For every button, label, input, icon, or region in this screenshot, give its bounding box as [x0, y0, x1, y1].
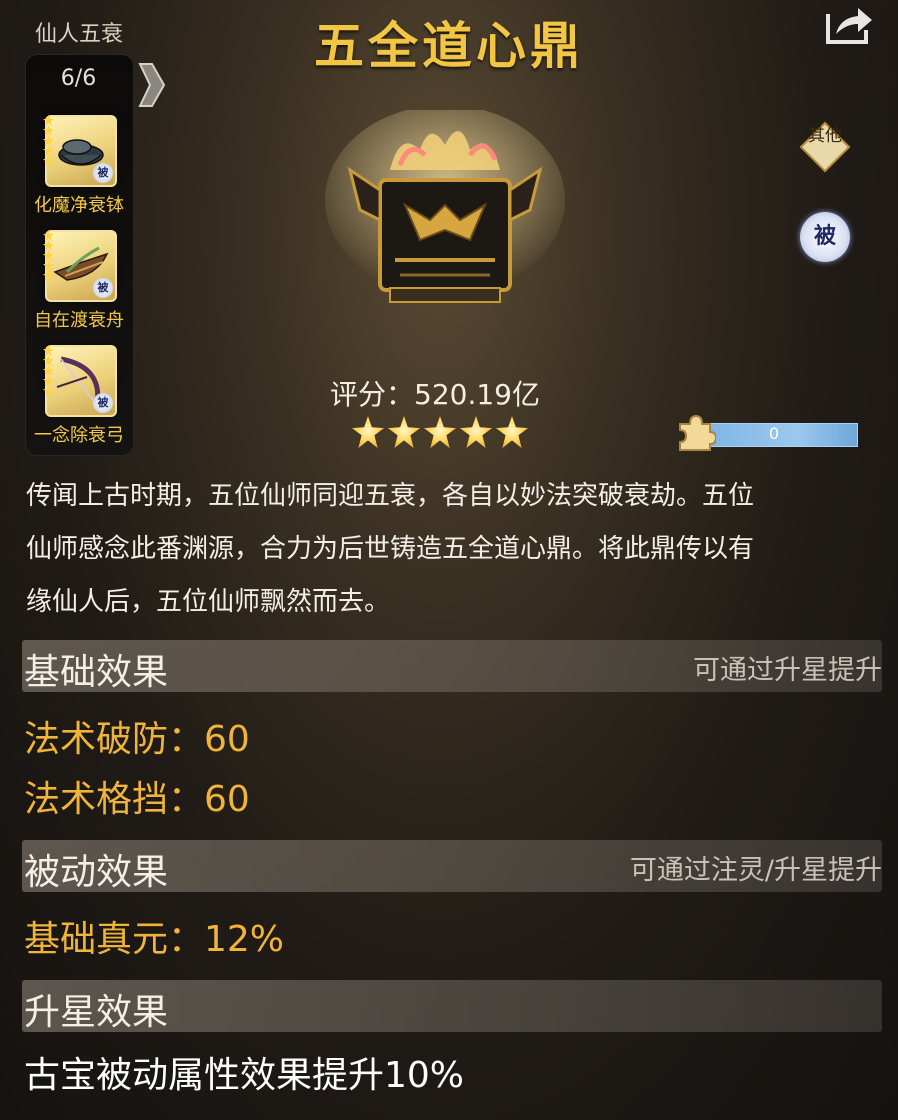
set-item-slot-2[interactable]: 被 — [43, 230, 117, 302]
passive-effect-title: 被动效果 — [24, 852, 169, 893]
tag-passive-badge: 被 — [800, 212, 850, 262]
star-icon — [352, 416, 384, 448]
base-stat-1: 法术破防：60 — [24, 719, 250, 760]
base-effect-title: 基础效果 — [24, 652, 169, 693]
star-icon — [424, 416, 456, 448]
tag-other-label: 其他 — [808, 126, 842, 146]
passive-badge: 被 — [93, 163, 113, 183]
share-icon[interactable] — [822, 2, 874, 46]
item-description: 传闻上古时期，五位仙师同迎五衰，各自以妙法突破衰劫。五位 仙师感念此番渊源，合力… — [26, 470, 846, 629]
description-line: 缘仙人后，五位仙师飘然而去。 — [26, 587, 391, 617]
star-icon — [496, 416, 528, 448]
description-line: 仙师感念此番渊源，合力为后世铸造五全道心鼎。将此鼎传以有 — [26, 534, 755, 564]
description-line: 传闻上古时期，五位仙师同迎五衰，各自以妙法突破衰劫。五位 — [26, 481, 755, 511]
set-item-slot-1[interactable]: 被 — [43, 115, 117, 187]
set-item-name-1: 化魔净衰钵 — [34, 195, 124, 216]
passive-stat-1: 基础真元：12% — [24, 919, 285, 960]
star-effect-text: 古宝被动属性效果提升10% — [24, 1055, 465, 1096]
score-text: 评分：520.19亿 — [330, 378, 540, 411]
star-icon — [388, 416, 420, 448]
base-effect-hint: 可通过升星提升 — [693, 655, 882, 686]
set-item-name-2: 自在渡衰舟 — [34, 310, 124, 331]
star-rating — [352, 416, 528, 448]
fragment-value: 0 — [768, 424, 780, 443]
star-effect-title: 升星效果 — [24, 992, 169, 1033]
base-stat-2: 法术格挡：60 — [24, 779, 250, 820]
tag-other-button[interactable]: 其他 — [796, 118, 854, 176]
cauldron-icon — [325, 110, 565, 303]
passive-effect-hint: 可通过注灵/升星提升 — [629, 855, 882, 886]
set-item-name-3: 一念除衰弓 — [34, 425, 124, 446]
passive-badge: 被 — [93, 278, 113, 298]
star-icon — [460, 416, 492, 448]
item-title: 五全道心鼎 — [314, 17, 584, 75]
tag-passive-label: 被 — [813, 224, 836, 249]
set-item-slot-3[interactable]: 被 — [43, 345, 117, 417]
passive-badge: 被 — [93, 393, 113, 413]
